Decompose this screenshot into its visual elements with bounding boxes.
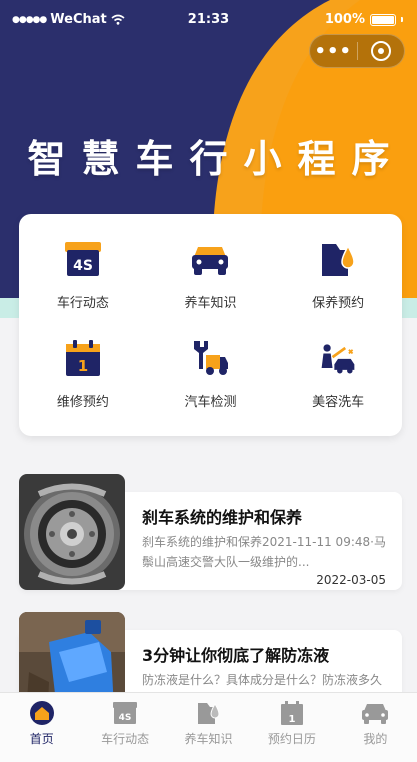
tab-label-mine: 我的: [363, 732, 388, 746]
service-grid: 4S 车行动态 养车知识 保养预约 1 维修预约 汽车检测 美容洗车: [19, 214, 402, 436]
tab-label-home: 首页: [29, 732, 54, 746]
home-indicator-area: [0, 748, 417, 762]
4s-store-icon: 4S: [111, 700, 139, 726]
article-item[interactable]: 刹车系统的维护和保养 刹车系统的维护和保养2021-11-11 09:48·马鬃…: [19, 474, 402, 594]
page-title: 智慧车行小程序: [27, 137, 406, 181]
grid-item-dynamics[interactable]: 4S 车行动态: [19, 226, 147, 325]
battery-percent: 100%: [324, 12, 365, 27]
status-bar: ●●●●● WeChat 21:33 100%: [0, 0, 417, 38]
battery-tip: [401, 17, 403, 22]
grid-item-inspection[interactable]: 汽车检测: [147, 325, 275, 424]
home-icon: [28, 700, 56, 726]
car-front-icon: [361, 700, 389, 726]
grid-label-repair: 维修预约: [56, 395, 109, 410]
article-title: 刹车系统的维护和保养: [142, 508, 303, 527]
grid-label-inspection: 汽车检测: [184, 395, 237, 410]
grid-4s-badge: 4S: [73, 258, 93, 274]
more-button[interactable]: •••: [310, 41, 357, 62]
4s-store-icon: 4S: [63, 240, 103, 278]
grid-label-wash: 美容洗车: [312, 395, 365, 410]
article-title: 3分钟让你彻底了解防冻液: [142, 646, 330, 665]
grid-label-dynamics: 车行动态: [56, 296, 109, 311]
car-front-icon: [190, 240, 230, 278]
mini-program-screen: ●●●●● WeChat 21:33 100% ••• 智慧车行小程序 4S 车…: [0, 0, 417, 762]
calendar-icon: 1: [278, 700, 306, 726]
grid-item-repair[interactable]: 1 维修预约: [19, 325, 147, 424]
mini-program-capsule: •••: [309, 34, 405, 68]
article-date: 2022-03-05: [316, 573, 386, 587]
tab-label-calendar: 预约日历: [267, 732, 316, 746]
car-wash-icon: [318, 339, 358, 377]
close-icon: [370, 41, 391, 61]
calendar-icon: 1: [63, 339, 103, 377]
oil-drop-icon: [318, 240, 358, 278]
tab-label-dynamics: 车行动态: [101, 732, 150, 746]
grid-item-wash[interactable]: 美容洗车: [274, 325, 402, 424]
brake-system-photo: [19, 474, 125, 590]
grid-item-maintenance[interactable]: 保养预约: [274, 226, 402, 325]
tab-4s-badge: 4S: [119, 713, 132, 723]
wrench-truck-icon: [190, 339, 230, 377]
battery-icon: [370, 13, 396, 26]
grid-calendar-badge: 1: [78, 357, 88, 375]
grid-label-maintenance: 保养预约: [312, 296, 365, 311]
grid-item-knowledge[interactable]: 养车知识: [147, 226, 275, 325]
grid-label-knowledge: 养车知识: [184, 296, 237, 311]
tab-calendar-badge: 1: [288, 714, 295, 725]
oil-drop-icon: [195, 700, 223, 726]
close-button[interactable]: [357, 41, 404, 61]
article-desc: 刹车系统的维护和保养2021-11-11 09:48·马鬃山高速交警大队一级维护…: [142, 535, 386, 569]
tab-label-knowledge: 养车知识: [184, 732, 233, 746]
